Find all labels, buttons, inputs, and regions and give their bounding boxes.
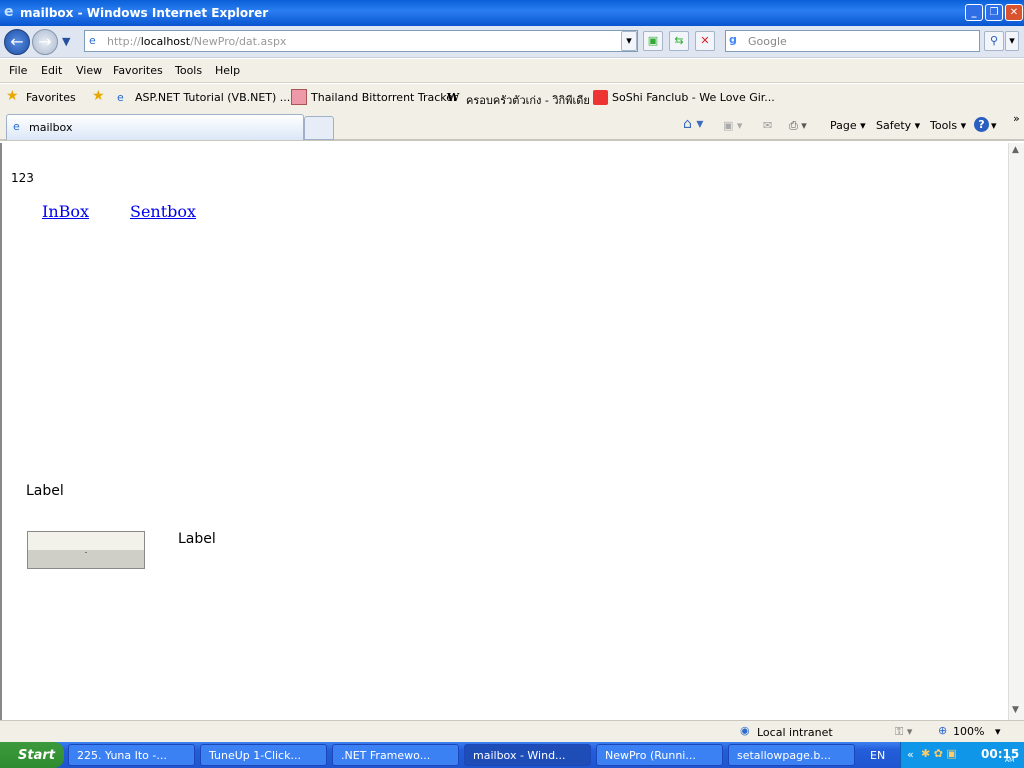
new-tab-button[interactable]: [304, 116, 334, 140]
history-dropdown-icon[interactable]: ▼: [62, 35, 70, 48]
home-icon[interactable]: ⌂ ▾: [683, 116, 703, 132]
print-icon[interactable]: ⎙ ▾: [789, 119, 807, 133]
protected-mode-icon[interactable]: ⚿ ▾: [895, 725, 912, 739]
clock-ampm: AM: [1005, 757, 1015, 764]
page-button[interactable]: .: [27, 531, 145, 569]
favorite-item[interactable]: Thailand Bittorrent Tracker: [311, 91, 458, 104]
menu-tools[interactable]: Tools: [175, 64, 202, 77]
favorite-item[interactable]: ครอบครัวตัวเก่ง - วิกิพีเดีย: [466, 91, 590, 109]
feeds-icon[interactable]: ▣ ▾: [723, 119, 742, 132]
zoom-level[interactable]: 100%: [953, 725, 984, 738]
inbox-link[interactable]: InBox: [42, 202, 89, 221]
sentbox-link[interactable]: Sentbox: [130, 202, 196, 221]
forward-button[interactable]: →: [32, 29, 58, 55]
menu-bar: File Edit View Favorites Tools Help: [0, 59, 1024, 83]
refresh-icon[interactable]: ⇆: [669, 31, 689, 51]
label-2: Label: [178, 531, 216, 547]
google-icon: g: [729, 33, 737, 46]
more-commands-button[interactable]: »: [1013, 112, 1020, 125]
tz-icon: [291, 89, 307, 105]
zoom-icon: ⊕: [938, 724, 948, 737]
add-favorite-icon[interactable]: ★: [92, 88, 105, 104]
mail-icon[interactable]: ✉: [763, 119, 772, 132]
ie-icon: e: [13, 120, 20, 133]
tab-bar: e mailbox ⌂ ▾ ▣ ▾ ✉ ⎙ ▾ Page ▾ Safety ▾ …: [0, 111, 1024, 141]
favorites-button[interactable]: Favorites: [26, 91, 76, 104]
taskbar-item-active[interactable]: mailbox - Wind...: [464, 744, 591, 766]
help-icon[interactable]: ?: [974, 117, 989, 132]
ie-page-icon: e: [117, 91, 124, 104]
language-indicator[interactable]: EN: [870, 749, 885, 762]
title-bar: e mailbox - Windows Internet Explorer _ …: [0, 0, 1024, 26]
address-bar[interactable]: e http://localhost/NewPro/dat.aspx: [84, 30, 638, 52]
zone-text: Local intranet: [757, 726, 833, 739]
taskbar: Start 225. Yuna Ito -... TuneUp 1-Click.…: [0, 742, 1024, 768]
star-icon: ★: [6, 88, 19, 104]
page-icon: e: [89, 34, 96, 47]
search-options-dropdown[interactable]: ▾: [1005, 31, 1019, 51]
taskbar-item[interactable]: setallowpage.b...: [728, 744, 855, 766]
menu-help[interactable]: Help: [215, 64, 240, 77]
soshi-icon: [593, 90, 608, 105]
search-input[interactable]: g Google: [725, 30, 980, 52]
close-button[interactable]: ✕: [1005, 4, 1023, 21]
start-button[interactable]: Start: [0, 742, 64, 768]
scroll-up-icon[interactable]: ▲: [1012, 145, 1019, 155]
taskbar-item[interactable]: NewPro (Runni...: [596, 744, 723, 766]
zoom-dropdown-icon[interactable]: ▾: [995, 725, 1001, 738]
tab-mailbox[interactable]: e mailbox: [6, 114, 304, 140]
taskbar-item[interactable]: TuneUp 1-Click...: [200, 744, 327, 766]
status-bar: ◉ Local intranet ⚿ ▾ ⊕ 100% ▾: [0, 720, 1024, 742]
menu-file[interactable]: File: [9, 64, 27, 77]
page-content: 123 InBox Sentbox Label Label: [0, 143, 1008, 720]
favorite-item[interactable]: SoShi Fanclub - We Love Gir...: [612, 91, 775, 104]
url-text: http://localhost/NewPro/dat.aspx: [107, 35, 287, 48]
page-menu[interactable]: Page ▾: [830, 119, 866, 132]
safety-menu[interactable]: Safety ▾: [876, 119, 920, 132]
tools-menu[interactable]: Tools ▾: [930, 119, 966, 132]
window-title: mailbox - Windows Internet Explorer: [20, 6, 269, 20]
stop-icon[interactable]: ✕: [695, 31, 715, 51]
label-1: Label: [26, 483, 64, 499]
taskbar-item[interactable]: 225. Yuna Ito -...: [68, 744, 195, 766]
back-button[interactable]: ←: [4, 29, 30, 55]
number-text: 123: [11, 171, 34, 185]
menu-edit[interactable]: Edit: [41, 64, 62, 77]
minimize-button[interactable]: _: [965, 4, 983, 21]
ie-icon: e: [4, 4, 14, 20]
restore-button[interactable]: ❐: [985, 4, 1003, 21]
favorites-bar: ★ Favorites ★ e ASP.NET Tutorial (VB.NET…: [0, 84, 1024, 111]
favorite-item[interactable]: ASP.NET Tutorial (VB.NET) ...: [135, 91, 290, 104]
address-dropdown[interactable]: ▾: [621, 31, 637, 51]
show-hidden-icons[interactable]: «: [907, 748, 914, 761]
scroll-down-icon[interactable]: ▼: [1012, 705, 1019, 715]
navigation-bar: ← → ▼ e http://localhost/NewPro/dat.aspx…: [0, 26, 1024, 58]
menu-favorites[interactable]: Favorites: [113, 64, 163, 77]
intranet-icon: ◉: [740, 724, 750, 737]
taskbar-item[interactable]: .NET Framewo...: [332, 744, 459, 766]
search-icon[interactable]: ⚲: [984, 31, 1004, 51]
help-dropdown-icon: ▾: [991, 119, 997, 132]
vertical-scrollbar[interactable]: ▲ ▼: [1008, 143, 1024, 720]
compatibility-view-icon[interactable]: ▣: [643, 31, 663, 51]
wikipedia-icon: W: [447, 91, 460, 104]
tray-icons[interactable]: ✱ ✿ ▣: [921, 747, 957, 760]
system-tray: « ✱ ✿ ▣ 00:15 AM: [900, 742, 1024, 768]
menu-view[interactable]: View: [76, 64, 102, 77]
